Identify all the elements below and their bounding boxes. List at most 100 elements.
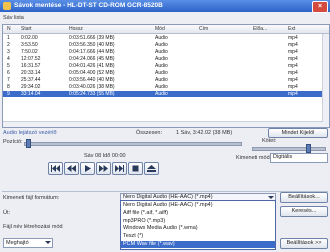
eject-button[interactable] bbox=[144, 162, 159, 175]
column-start[interactable]: Start bbox=[21, 26, 32, 32]
cell-ext: mp4 bbox=[288, 70, 298, 76]
settings-expand-button[interactable]: Beállítások >> bbox=[280, 238, 328, 249]
position-slider[interactable] bbox=[24, 142, 242, 146]
rewind-button[interactable] bbox=[64, 162, 79, 175]
settings-button[interactable]: Beállítások... bbox=[280, 192, 328, 203]
cell-mod: Audio bbox=[155, 56, 168, 62]
cell-hossz: 0:05:04.400 (52 MB) bbox=[69, 70, 115, 76]
cell-ext: mp4 bbox=[288, 91, 298, 97]
cell-hossz: 0:04:17.666 (44 MB) bbox=[69, 49, 115, 55]
cell-n: 9 bbox=[7, 91, 10, 97]
cell-ext: mp4 bbox=[288, 77, 298, 83]
volume-slider-thumb[interactable] bbox=[306, 144, 311, 153]
cell-mod: Audio bbox=[155, 49, 168, 55]
cell-hossz: 0:03:40.026 (38 MB) bbox=[69, 84, 115, 90]
track-list-caption: Sáv lista bbox=[3, 15, 24, 21]
stop-button[interactable] bbox=[128, 162, 143, 175]
output-mode-label: Kimeneti mód: bbox=[236, 155, 272, 161]
column-n[interactable]: N bbox=[7, 26, 11, 32]
fast-forward-button[interactable] bbox=[96, 162, 111, 175]
select-all-button[interactable]: Mindet Kijelöl bbox=[268, 128, 328, 138]
cell-n: 7 bbox=[7, 77, 10, 83]
dropdown-option-label: Windows Media Audio (*.wma) bbox=[123, 225, 198, 232]
cell-ext: mp4 bbox=[288, 56, 298, 62]
output-mode-value: Digitális bbox=[273, 154, 293, 160]
dropdown-option[interactable]: Aiff file (*.aif, *.aiff) bbox=[121, 210, 275, 217]
table-row[interactable]: 6 20:33.14 0:05:04.400 (52 MB) Audio mp4 bbox=[3, 70, 329, 76]
cell-n: 2 bbox=[7, 42, 10, 48]
cell-start: 29:34.02 bbox=[21, 84, 41, 90]
column-ext[interactable]: Ext bbox=[288, 26, 295, 32]
dropdown-option[interactable]: mp3PRO (*.mp3) bbox=[121, 218, 275, 225]
window-title: Sávok mentése - HL-DT-ST CD-ROM GCR-8520… bbox=[14, 2, 163, 9]
skip-last-icon bbox=[115, 165, 124, 172]
cell-hossz: 0:03:51.666 (39 MB) bbox=[69, 35, 115, 41]
cell-start: 20:33.14 bbox=[21, 70, 41, 76]
fast-forward-icon bbox=[99, 165, 108, 172]
browse-button[interactable]: Keresés... bbox=[280, 206, 328, 217]
cell-hossz: 0:03:56.350 (40 MB) bbox=[69, 42, 115, 48]
cell-ext: mp4 bbox=[288, 35, 298, 41]
cell-n: 3 bbox=[7, 49, 10, 55]
cell-mod: Audio bbox=[155, 84, 168, 90]
dropdown-option-label: Teszt (*) bbox=[123, 233, 144, 240]
column-mod[interactable]: Mód bbox=[155, 26, 165, 32]
last-track-button[interactable] bbox=[112, 162, 127, 175]
table-row[interactable]: 9 33:14.04 0:05:24.733 (55 MB) Audio mp4 bbox=[3, 91, 329, 97]
filename-mode-label: Fájl név létrehozási mód bbox=[3, 224, 63, 230]
column-cim[interactable]: Cím bbox=[199, 26, 208, 32]
track-list[interactable]: N Start Hossz Mód Cím Előa... Ext 1 0:02.… bbox=[2, 24, 330, 128]
skip-first-icon bbox=[51, 165, 60, 172]
cell-mod: Audio bbox=[155, 77, 168, 83]
dropdown-option[interactable]: PCM Wav file (*.wav) bbox=[121, 241, 275, 248]
cell-hossz: 0:04:01.426 (41 MB) bbox=[69, 63, 115, 69]
stop-icon bbox=[132, 165, 139, 172]
table-row[interactable]: 7 25:37.44 0:03:56.440 (40 MB) Audio mp4 bbox=[3, 77, 329, 83]
table-row[interactable]: 1 0:02.00 0:03:51.666 (39 MB) Audio mp4 bbox=[3, 35, 329, 41]
column-eloado[interactable]: Előa... bbox=[253, 26, 267, 32]
table-row[interactable]: 8 29:34.02 0:03:40.026 (38 MB) Audio mp4 bbox=[3, 84, 329, 90]
cell-n: 6 bbox=[7, 70, 10, 76]
position-label: Pozíció: bbox=[3, 139, 23, 145]
cell-hossz: 0:05:24.733 (55 MB) bbox=[69, 91, 115, 97]
cell-ext: mp4 bbox=[288, 49, 298, 55]
cell-ext: mp4 bbox=[288, 42, 298, 48]
table-row[interactable]: 4 12:07.52 0:04:24.066 (45 MB) Audio mp4 bbox=[3, 56, 329, 62]
cell-start: 12:07.52 bbox=[21, 56, 41, 62]
track-list-header: N Start Hossz Mód Cím Előa... Ext bbox=[3, 25, 329, 34]
volume-slider[interactable] bbox=[252, 147, 326, 151]
cell-n: 4 bbox=[7, 56, 10, 62]
first-track-button[interactable] bbox=[48, 162, 63, 175]
cell-mod: Audio bbox=[155, 42, 168, 48]
vertical-scrollbar[interactable] bbox=[322, 34, 329, 127]
output-mode-select[interactable]: Digitális bbox=[270, 153, 328, 163]
cell-start: 3:53.50 bbox=[21, 42, 38, 48]
dropdown-option[interactable]: Windows Media Audio (*.wma) bbox=[121, 225, 275, 232]
cell-start: 25:37.44 bbox=[21, 77, 41, 83]
dropdown-option-label: PCM Wav file (*.wav) bbox=[123, 241, 175, 247]
horizontal-scrollbar[interactable] bbox=[3, 121, 323, 127]
table-row[interactable]: 3 7:50.02 0:04:17.666 (44 MB) Audio mp4 bbox=[3, 49, 329, 55]
title-bar[interactable]: Sávok mentése - HL-DT-ST CD-ROM GCR-8520… bbox=[0, 0, 330, 13]
dropdown-option[interactable]: Nero Digital Audio (HE-AAC) (*.mp4) bbox=[121, 202, 275, 209]
play-button[interactable] bbox=[80, 162, 95, 175]
cell-n: 8 bbox=[7, 84, 10, 90]
close-icon[interactable]: × bbox=[312, 1, 328, 13]
output-format-dropdown[interactable]: Nero Digital Audio (HE-AAC) (*.mp4) Aiff … bbox=[120, 200, 276, 250]
position-slider-thumb[interactable] bbox=[26, 139, 31, 148]
cell-ext: mp4 bbox=[288, 63, 298, 69]
cell-mod: Audio bbox=[155, 91, 168, 97]
cell-mod: Audio bbox=[155, 70, 168, 76]
dropdown-option[interactable]: Teszt (*) bbox=[121, 233, 275, 240]
app-icon bbox=[3, 2, 11, 10]
eject-icon bbox=[147, 165, 156, 172]
cell-start: 0:02.00 bbox=[21, 35, 38, 41]
total-value: 1 Sáv, 3:42.02 (38 MB) bbox=[176, 130, 233, 136]
path-label: Út: bbox=[3, 210, 11, 216]
drive-select-value: Meghajtó bbox=[6, 240, 29, 246]
cell-n: 1 bbox=[7, 35, 10, 41]
drive-select[interactable]: Meghajtó bbox=[3, 238, 53, 248]
column-hossz[interactable]: Hossz bbox=[69, 26, 83, 32]
table-row[interactable]: 2 3:53.50 0:03:56.350 (40 MB) Audio mp4 bbox=[3, 42, 329, 48]
table-row[interactable]: 5 16:31.57 0:04:01.426 (41 MB) Audio mp4 bbox=[3, 63, 329, 69]
